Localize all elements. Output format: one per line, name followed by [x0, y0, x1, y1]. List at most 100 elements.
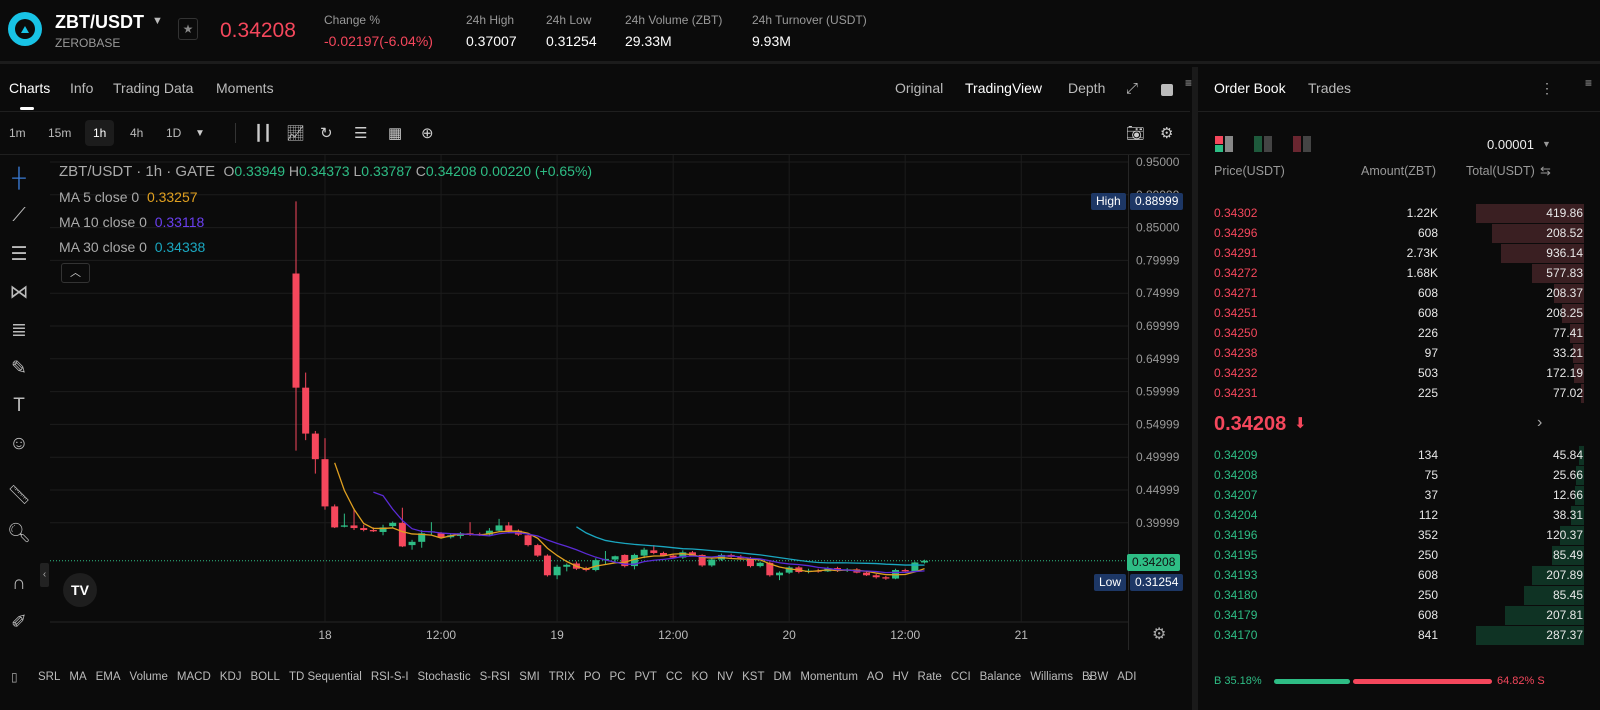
indicator-srl[interactable]: SRL	[38, 671, 60, 683]
indicator-bbw[interactable]: BBW	[1082, 671, 1108, 683]
bid-row[interactable]: 0.34196 352 120.37	[1200, 525, 1600, 545]
panel-divider[interactable]	[1192, 67, 1198, 710]
timeframe-1m[interactable]: 1m	[1, 120, 34, 146]
divider	[1198, 111, 1600, 112]
timeframe-dropdown-icon[interactable]: ▼	[195, 128, 205, 139]
indicator-trix[interactable]: TRIX	[549, 671, 575, 683]
scroll-right-icon[interactable]: ›	[1088, 669, 1092, 684]
bid-row[interactable]: 0.34195 250 85.49	[1200, 545, 1600, 565]
expand-icon[interactable]: ⤢	[1126, 80, 1138, 97]
timeframe-4h[interactable]: 4h	[122, 120, 151, 146]
order-amount: 250	[1417, 548, 1438, 562]
timeframe-1h[interactable]: 1h	[85, 120, 115, 146]
indicator-ema[interactable]: EMA	[96, 671, 121, 683]
bid-row[interactable]: 0.34170 841 287.37	[1200, 625, 1600, 645]
indicator-kst[interactable]: KST	[742, 671, 764, 683]
pair-selector[interactable]: ZBT/USDT	[55, 12, 144, 33]
menu-lines-icon[interactable]: ≡	[1185, 76, 1192, 90]
favorite-star-icon[interactable]: ★	[178, 18, 198, 40]
ma10-value: 0.33118	[154, 214, 205, 230]
indicator-settings-icon[interactable]: ▯	[11, 670, 18, 684]
collapse-legend-button[interactable]: ︿	[61, 263, 90, 283]
precision-select[interactable]: 0.00001	[1487, 137, 1534, 152]
ask-row[interactable]: 0.34302 1.22K 419.86	[1200, 203, 1600, 223]
chevron-right-icon[interactable]: ›	[1537, 414, 1542, 432]
indicators-icon[interactable]: 📈︎	[286, 124, 305, 142]
timeframe-15m[interactable]: 15m	[40, 120, 79, 146]
indicator-momentum[interactable]: Momentum	[800, 671, 858, 683]
tab-trading-data[interactable]: Trading Data	[113, 80, 193, 96]
indicator-stochastic[interactable]: Stochastic	[418, 671, 471, 683]
bid-row[interactable]: 0.34180 250 85.45	[1200, 585, 1600, 605]
indicator-balance[interactable]: Balance	[980, 671, 1022, 683]
axis-settings-icon[interactable]: ⚙	[1152, 624, 1166, 644]
tab-moments[interactable]: Moments	[216, 80, 274, 96]
camera-icon[interactable]: 📷︎	[1126, 124, 1145, 142]
time-tick-label: 12:00	[426, 628, 456, 642]
indicator-ma[interactable]: MA	[69, 671, 86, 683]
indicator-ao[interactable]: AO	[867, 671, 884, 683]
chevron-down-icon[interactable]: ▼	[1542, 139, 1551, 149]
timeframe-1d[interactable]: 1D	[158, 120, 189, 146]
tab-trades[interactable]: Trades	[1308, 80, 1351, 96]
bid-row[interactable]: 0.34208 75 25.66	[1200, 465, 1600, 485]
bid-row[interactable]: 0.34179 608 207.81	[1200, 605, 1600, 625]
tab-order-book[interactable]: Order Book	[1214, 80, 1286, 96]
bid-row[interactable]: 0.34193 608 207.89	[1200, 565, 1600, 585]
indicator-hv[interactable]: HV	[893, 671, 909, 683]
sell-ratio: 64.82% S	[1497, 675, 1545, 687]
indicator-dm[interactable]: DM	[774, 671, 792, 683]
menu-lines-icon[interactable]: ≡	[1585, 76, 1592, 90]
ma5-value: 0.33257	[146, 189, 198, 205]
ask-row[interactable]: 0.34291 2.73K 936.14	[1200, 243, 1600, 263]
more-vertical-icon[interactable]: ⋮	[1540, 80, 1554, 97]
ask-row[interactable]: 0.34231 225 77.02	[1200, 383, 1600, 403]
bid-row[interactable]: 0.34209 134 45.84	[1200, 445, 1600, 465]
add-circle-icon[interactable]: ⊕	[421, 124, 434, 142]
settings-list-icon[interactable]: ☰	[354, 124, 367, 142]
view-asks-icon[interactable]	[1293, 136, 1313, 152]
ask-row[interactable]: 0.34250 226 77.41	[1200, 323, 1600, 343]
candle-down	[331, 506, 339, 528]
indicator-cc[interactable]: CC	[666, 671, 683, 683]
bid-row[interactable]: 0.34204 112 38.31	[1200, 505, 1600, 525]
ask-row[interactable]: 0.34272 1.68K 577.83	[1200, 263, 1600, 283]
indicator-ko[interactable]: KO	[692, 671, 709, 683]
view-original[interactable]: Original	[895, 80, 943, 96]
ask-row[interactable]: 0.34296 608 208.52	[1200, 223, 1600, 243]
indicator-po[interactable]: PO	[584, 671, 601, 683]
swap-icon[interactable]: ⇆	[1540, 163, 1551, 179]
indicator-pc[interactable]: PC	[610, 671, 626, 683]
candle-type-icon[interactable]: ┃┃	[254, 124, 272, 142]
indicator-cci[interactable]: CCI	[951, 671, 971, 683]
indicator-boll[interactable]: BOLL	[251, 671, 280, 683]
ask-row[interactable]: 0.34232 503 172.19	[1200, 363, 1600, 383]
chevron-down-icon[interactable]: ▼	[152, 15, 163, 27]
indicator-pvt[interactable]: PVT	[635, 671, 657, 683]
ask-row[interactable]: 0.34271 608 208.37	[1200, 283, 1600, 303]
indicator-kdj[interactable]: KDJ	[220, 671, 242, 683]
view-both-icon[interactable]	[1215, 136, 1235, 152]
indicator-smi[interactable]: SMI	[519, 671, 539, 683]
indicator-rate[interactable]: Rate	[918, 671, 942, 683]
grid-layout-icon[interactable]: ▦	[388, 124, 402, 142]
indicator-macd[interactable]: MACD	[177, 671, 211, 683]
view-bids-icon[interactable]	[1254, 136, 1274, 152]
view-tradingview[interactable]: TradingView	[965, 80, 1042, 96]
tab-charts[interactable]: Charts	[9, 80, 50, 96]
indicator-williams[interactable]: Williams	[1030, 671, 1073, 683]
layout-icon[interactable]	[1161, 84, 1173, 96]
ask-row[interactable]: 0.34251 608 208.25	[1200, 303, 1600, 323]
bid-row[interactable]: 0.34207 37 12.66	[1200, 485, 1600, 505]
indicator-td-sequential[interactable]: TD Sequential	[289, 671, 362, 683]
ask-row[interactable]: 0.34238 97 33.21	[1200, 343, 1600, 363]
view-depth[interactable]: Depth	[1068, 80, 1105, 96]
indicator-volume[interactable]: Volume	[130, 671, 168, 683]
refresh-icon[interactable]: ↻	[320, 124, 333, 142]
indicator-rsi-s-i[interactable]: RSI-S-I	[371, 671, 409, 683]
indicator-s-rsi[interactable]: S-RSI	[480, 671, 511, 683]
indicator-adi[interactable]: ADI	[1117, 671, 1136, 683]
gear-icon[interactable]: ⚙	[1160, 124, 1173, 142]
tab-info[interactable]: Info	[70, 80, 93, 96]
indicator-nv[interactable]: NV	[717, 671, 733, 683]
